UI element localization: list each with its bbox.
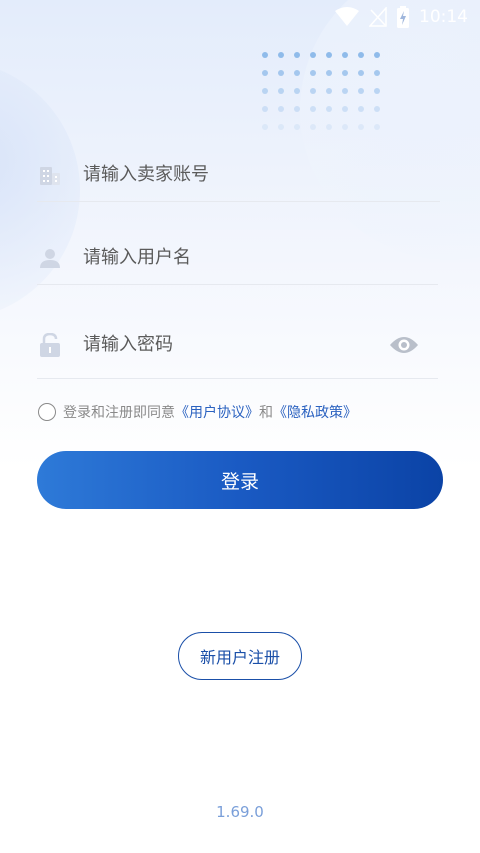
wifi-icon [335,7,359,27]
password-input[interactable] [83,334,388,355]
status-time: 10:14 [419,7,468,27]
background [0,0,480,853]
username-input[interactable] [83,247,438,268]
decorative-dot [294,88,300,94]
decorative-dot [310,70,316,76]
agreement-prefix: 登录和注册即同意 [63,405,175,421]
decorative-dot [342,52,348,58]
decorative-dot [326,124,332,130]
username-field[interactable] [37,231,438,285]
decorative-dot [374,124,380,130]
decorative-dot [278,70,284,76]
decorative-dot [310,52,316,58]
app-version: 1.69.0 [216,803,264,821]
status-bar: 10:14 [0,0,480,34]
seller-account-field[interactable] [37,148,440,202]
decorative-dot [358,70,364,76]
decorative-dot [278,52,284,58]
decorative-dot [278,106,284,112]
agreement-conjunction: 和 [259,405,273,421]
decorative-dot [294,124,300,130]
battery-charging-icon [397,6,409,28]
decorative-dot [358,106,364,112]
decorative-dot [374,70,380,76]
decorative-dot [342,70,348,76]
register-button[interactable]: 新用户注册 [178,632,302,680]
building-icon [39,164,61,186]
decorative-dot [358,52,364,58]
decorative-dot [326,52,332,58]
decorative-dot [262,70,268,76]
decorative-dot-grid [262,52,392,142]
decorative-dot [342,88,348,94]
decorative-dot [342,106,348,112]
decorative-dot [262,88,268,94]
decorative-dot [326,106,332,112]
decorative-dot [294,106,300,112]
decorative-dot [374,52,380,58]
lock-icon [39,332,61,357]
seller-account-input[interactable] [83,164,440,185]
decorative-dot [310,88,316,94]
decorative-dot [262,52,268,58]
login-button[interactable]: 登录 [37,451,443,509]
user-agreement-link[interactable]: 《用户协议》 [175,402,259,422]
decorative-dot [358,124,364,130]
agreement-row: 登录和注册即同意 《用户协议》 和 《隐私政策》 [38,400,357,424]
decorative-dot [262,124,268,130]
no-signal-icon [369,7,387,27]
decorative-dot [374,106,380,112]
decorative-dot [262,106,268,112]
decorative-dot [310,124,316,130]
privacy-policy-link[interactable]: 《隐私政策》 [273,402,357,422]
decorative-dot [278,88,284,94]
agreement-radio[interactable] [38,403,56,421]
decorative-dot [342,124,348,130]
user-icon [39,247,61,269]
password-field[interactable] [37,311,438,379]
decorative-dot [374,88,380,94]
decorative-dot [358,88,364,94]
decorative-dot [294,52,300,58]
decorative-dot [326,88,332,94]
decorative-dot [278,124,284,130]
decorative-dot [326,70,332,76]
decorative-dot [310,106,316,112]
eye-icon[interactable] [388,334,420,356]
decorative-dot [294,70,300,76]
